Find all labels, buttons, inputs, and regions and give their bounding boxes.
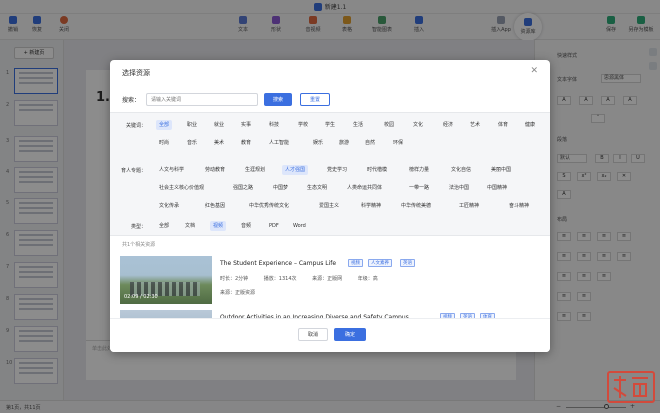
thumbnail-duration: 02:09 / 02:30 xyxy=(124,294,158,300)
type-chip[interactable]: 音频 xyxy=(238,221,254,231)
search-label: 搜索： xyxy=(122,97,141,104)
keyword-chip[interactable]: 学生 xyxy=(322,120,338,130)
result-tag: 人文素养 xyxy=(368,259,392,267)
type-chip[interactable]: 视频 xyxy=(210,221,227,231)
result-grade: 年级：高 xyxy=(357,276,378,282)
topic-chip[interactable]: 美丽中国 xyxy=(488,165,514,175)
dialog-title: 选择资源 xyxy=(122,69,150,77)
topic-chip[interactable]: 人类命运共同体 xyxy=(344,183,385,193)
keyword-chip[interactable]: 艺术 xyxy=(467,120,483,130)
topic-chip[interactable]: 生涯规划 xyxy=(242,165,268,175)
keyword-chip[interactable]: 经济 xyxy=(440,120,456,130)
keyword-chip[interactable]: 娱乐 xyxy=(310,138,326,148)
confirm-button[interactable]: 确定 xyxy=(334,328,366,341)
keyword-chip[interactable]: 实事 xyxy=(238,120,254,130)
topic-chip[interactable]: 奋斗精神 xyxy=(506,201,532,211)
type-chip[interactable]: PDF xyxy=(266,221,282,231)
result-views: 播放：1314次 xyxy=(263,276,297,282)
keyword-chip[interactable]: 生活 xyxy=(350,120,366,130)
topic-chip[interactable]: 强国之路 xyxy=(230,183,256,193)
keyword-chip[interactable]: 就业 xyxy=(211,120,227,130)
result-tag: 视频 xyxy=(348,259,363,267)
keyword-chip[interactable]: 音乐 xyxy=(184,138,200,148)
topic-chip[interactable]: 红色基因 xyxy=(202,201,228,211)
topic-chip[interactable]: 人才强国 xyxy=(282,165,309,175)
topic-chip[interactable]: 文化自信 xyxy=(448,165,474,175)
topic-chip[interactable]: 中华传统美德 xyxy=(398,201,434,211)
filter-panel: 关键词： 全部 职业 就业 实事 科技 学校 学生 生活 校园 文化 经济 艺术… xyxy=(110,112,550,236)
result-title[interactable]: The Student Experience – Campus Life xyxy=(220,260,336,267)
result-meta: 时长：2分钟 播放：1314次 来源：正版网 年级：高 xyxy=(220,275,378,282)
result-provider: 来源：正版资源 xyxy=(220,290,256,296)
topic-chip[interactable]: 人文与科学 xyxy=(156,165,187,175)
resource-picker-dialog: 选择资源 ✕ 搜索： 搜索 重置 关键词： 全部 职业 就业 实事 科技 学校 … xyxy=(110,60,550,352)
topic-filter-label: 育人专题： xyxy=(120,168,146,174)
topic-chip[interactable]: 时代楷模 xyxy=(364,165,390,175)
topic-chip[interactable]: 科学精神 xyxy=(358,201,384,211)
type-filter-label: 类型： xyxy=(130,224,146,230)
topic-chip[interactable]: 生态文明 xyxy=(304,183,330,193)
topic-chip[interactable]: 一带一路 xyxy=(406,183,432,193)
topic-chip[interactable]: 中国梦 xyxy=(270,183,291,193)
keyword-chip[interactable]: 全部 xyxy=(156,120,173,130)
cancel-button[interactable]: 取消 xyxy=(298,328,328,341)
topic-chip[interactable]: 社会主义核心价值观 xyxy=(156,183,207,193)
type-chip[interactable]: 文档 xyxy=(182,221,198,231)
keyword-chip[interactable]: 科技 xyxy=(266,120,282,130)
keyword-chip[interactable]: 教育 xyxy=(238,138,254,148)
keyword-chip[interactable]: 健康 xyxy=(522,120,538,130)
type-chip[interactable]: Word xyxy=(290,221,309,231)
keyword-chip[interactable]: 人工智能 xyxy=(266,138,292,148)
result-item[interactable]: 02:09 / 02:30 The Student Experience – C… xyxy=(120,256,540,306)
keyword-chip[interactable]: 美术 xyxy=(211,138,227,148)
topic-chip[interactable]: 爱国主义 xyxy=(316,201,342,211)
search-input[interactable] xyxy=(146,93,258,106)
result-count-hint: 共1个相关资源 xyxy=(122,242,156,248)
result-duration: 时长：2分钟 xyxy=(220,276,249,282)
watermark-seal-icon xyxy=(607,371,655,403)
keyword-chip[interactable]: 体育 xyxy=(495,120,511,130)
keyword-chip[interactable]: 文化 xyxy=(410,120,426,130)
topic-chip[interactable]: 法治中国 xyxy=(446,183,472,193)
reset-button[interactable]: 重置 xyxy=(300,93,330,106)
result-tag: 英语 xyxy=(400,259,415,267)
keyword-chip[interactable]: 时尚 xyxy=(156,138,172,148)
keyword-chip[interactable]: 环保 xyxy=(390,138,406,148)
keyword-filter-label: 关键词： xyxy=(125,123,146,129)
topic-chip[interactable]: 中华优秀传统文化 xyxy=(246,201,292,211)
close-icon[interactable]: ✕ xyxy=(530,66,538,76)
video-thumbnail[interactable]: 02:09 / 02:30 xyxy=(120,256,212,304)
keyword-chip[interactable]: 职业 xyxy=(184,120,200,130)
dialog-footer: 取消 确定 xyxy=(110,318,550,352)
topic-chip[interactable]: 工匠精神 xyxy=(456,201,482,211)
topic-chip[interactable]: 党史学习 xyxy=(324,165,350,175)
type-chip[interactable]: 全部 xyxy=(156,221,172,231)
keyword-chip[interactable]: 旅游 xyxy=(336,138,352,148)
topic-chip[interactable]: 榜样力量 xyxy=(406,165,432,175)
result-source: 来源：正版网 xyxy=(312,276,343,282)
search-button[interactable]: 搜索 xyxy=(264,93,292,106)
topic-chip[interactable]: 劳动教育 xyxy=(202,165,228,175)
keyword-chip[interactable]: 学校 xyxy=(295,120,311,130)
topic-chip[interactable]: 中国精神 xyxy=(484,183,510,193)
keyword-chip[interactable]: 校园 xyxy=(381,120,397,130)
keyword-chip[interactable]: 自然 xyxy=(362,138,378,148)
topic-chip[interactable]: 文化传承 xyxy=(156,201,182,211)
